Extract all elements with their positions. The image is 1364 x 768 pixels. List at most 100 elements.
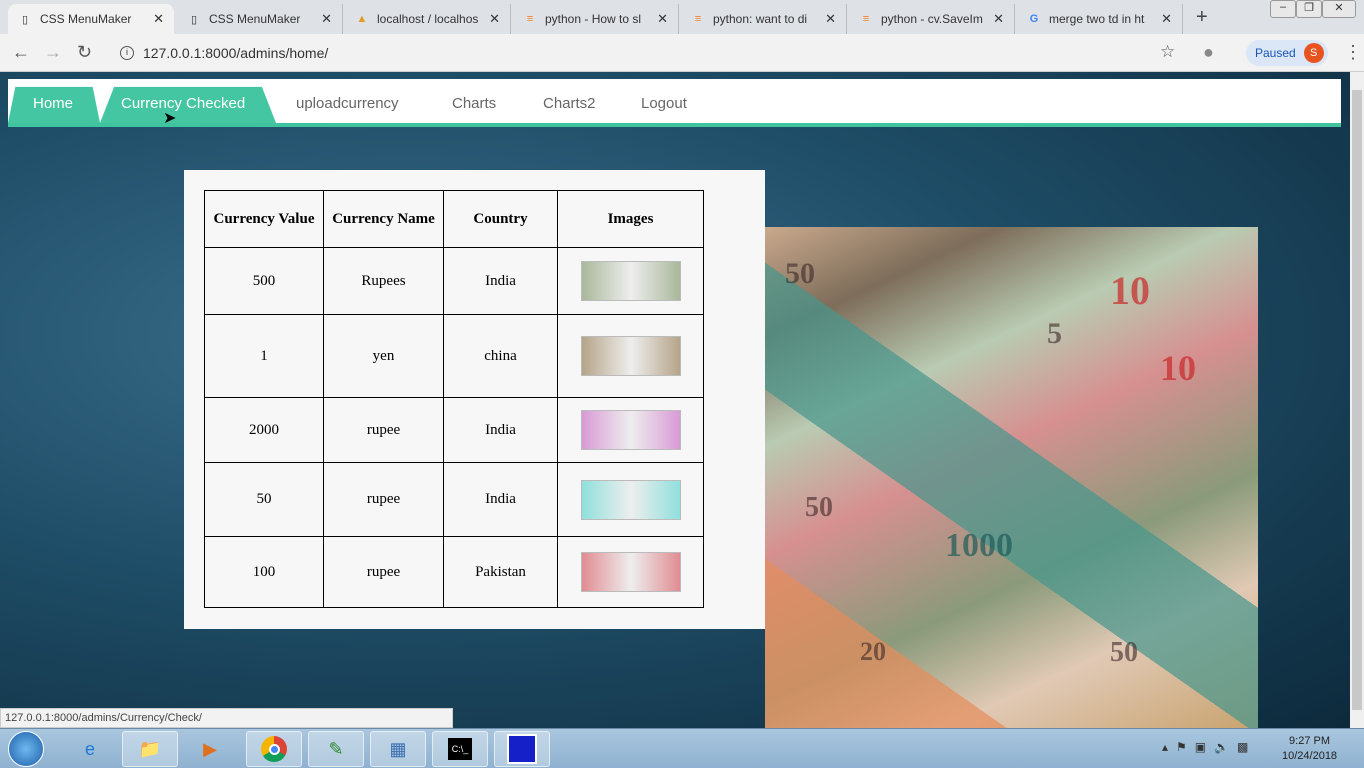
page-icon: ▯ — [190, 13, 198, 26]
restore-button[interactable]: ❐ — [1296, 0, 1322, 18]
status-bar-url: 127.0.0.1:8000/admins/Currency/Check/ — [0, 708, 453, 728]
money-label: 50 — [805, 492, 833, 523]
nav-currency-checked[interactable]: Currency Checked — [100, 86, 276, 123]
browser-tab[interactable]: ≡ python - cv.SaveIm ✕ — [849, 4, 1015, 34]
phpmyadmin-icon: ▲ — [356, 13, 368, 25]
money-label: 20 — [860, 637, 886, 666]
page-content: Home Currency Checked uploadcurrency Cha… — [0, 72, 1350, 728]
cell-image — [557, 536, 704, 608]
cell-image — [557, 314, 704, 398]
remote-app-icon[interactable] — [494, 731, 550, 767]
nav-uploadcurrency[interactable]: uploadcurrency — [296, 79, 399, 123]
browser-tab[interactable]: Gmerge two td in ht ✕ — [1017, 4, 1183, 34]
close-window-button[interactable]: ✕ — [1322, 0, 1356, 18]
header-country: Country — [443, 190, 558, 248]
browser-tab[interactable]: ▯ CSS MenuMaker ✕ — [8, 4, 174, 34]
taskbar-clock[interactable]: 9:27 PM 10/24/2018 — [1282, 734, 1337, 764]
minimize-button[interactable]: – — [1270, 0, 1296, 18]
control-panel-icon[interactable]: ▦ — [370, 731, 426, 767]
cell-currency-name: rupee — [323, 462, 444, 537]
cell-country: India — [443, 247, 558, 315]
close-tab-icon[interactable]: ✕ — [657, 11, 668, 27]
cell-currency-name: rupee — [323, 536, 444, 608]
url-input[interactable]: i 127.0.0.1:8000/admins/home/ — [110, 39, 1190, 67]
banknote-image — [580, 552, 681, 592]
media-player-icon[interactable]: ▶ — [182, 731, 238, 767]
new-tab-button[interactable]: + — [1196, 6, 1208, 29]
close-tab-icon[interactable]: ✕ — [1161, 11, 1172, 27]
reload-icon[interactable]: ↻ — [77, 42, 92, 63]
browser-tab[interactable]: ≡ python: want to di ✕ — [681, 4, 847, 34]
cell-image — [557, 397, 704, 463]
banknote-image — [580, 410, 681, 450]
nav-home[interactable]: Home — [8, 86, 100, 123]
close-tab-icon[interactable]: ✕ — [993, 11, 1004, 27]
cell-image — [557, 247, 704, 315]
banknote-image — [580, 479, 681, 520]
nav-charts2[interactable]: Charts2 — [543, 79, 596, 123]
stackoverflow-icon: ≡ — [862, 13, 870, 25]
windows-taskbar: e 📁 ▶ ✎ ▦ C:\_ ▴⚑▣🔈▩ 9:27 PM 10/24/2018 — [0, 728, 1364, 768]
mouse-cursor-icon: ➤ — [163, 110, 177, 127]
money-label: 50 — [1110, 637, 1138, 668]
browser-tab[interactable]: ≡ python - How to sl ✕ — [513, 4, 679, 34]
table-row: 50 rupee India — [204, 462, 704, 537]
menu-icon[interactable]: ⋮ — [1344, 42, 1362, 63]
back-icon[interactable]: ← — [12, 42, 30, 63]
nav-logout[interactable]: Logout — [641, 79, 687, 123]
system-tray[interactable]: ▴⚑▣🔈▩ — [1162, 740, 1256, 754]
header-currency-value: Currency Value — [204, 190, 324, 248]
chrome-icon[interactable] — [246, 731, 302, 767]
stackoverflow-icon: ≡ — [526, 13, 534, 25]
internet-explorer-icon[interactable]: e — [62, 731, 118, 767]
money-label: 10 — [1110, 268, 1150, 313]
page-scrollbar[interactable] — [1350, 72, 1364, 728]
close-tab-icon[interactable]: ✕ — [489, 11, 500, 27]
close-tab-icon[interactable]: ✕ — [825, 11, 836, 27]
table-row: 100 rupee Pakistan — [204, 536, 704, 608]
banknote-image — [580, 336, 681, 376]
page-icon: ▯ — [21, 13, 29, 26]
table-row: 1 yen china — [204, 314, 704, 398]
cell-country: India — [443, 462, 558, 537]
currency-table: Currency Value Currency Name Country Ima… — [204, 190, 704, 608]
cell-currency-name: rupee — [323, 397, 444, 463]
money-label: 50 — [785, 257, 815, 290]
scrollbar-thumb[interactable] — [1352, 90, 1362, 710]
cell-currency-value: 1 — [204, 314, 324, 398]
start-button[interactable] — [8, 731, 44, 767]
notepad-plus-icon[interactable]: ✎ — [308, 731, 364, 767]
currency-banner-image: 50 10 5 1000 50 20 50 10 — [765, 227, 1258, 728]
money-label: 5 — [1047, 317, 1062, 350]
header-currency-name: Currency Name — [323, 190, 444, 248]
cell-currency-value: 500 — [204, 247, 324, 315]
command-prompt-icon[interactable]: C:\_ — [432, 731, 488, 767]
extension-icon[interactable]: ● — [1203, 42, 1214, 63]
cell-country: India — [443, 397, 558, 463]
table-row: 2000 rupee India — [204, 397, 704, 463]
main-nav: Home Currency Checked uploadcurrency Cha… — [8, 79, 1341, 127]
banknote-image — [580, 261, 681, 301]
money-label: 1000 — [945, 527, 1013, 564]
table-row: 500 Rupees India — [204, 247, 704, 315]
cell-country: china — [443, 314, 558, 398]
profile-button[interactable]: Paused S — [1246, 40, 1328, 66]
cell-country: Pakistan — [443, 536, 558, 608]
money-label: 10 — [1160, 348, 1196, 388]
info-icon[interactable]: i — [120, 46, 134, 60]
close-tab-icon[interactable]: ✕ — [153, 11, 164, 27]
header-images: Images — [557, 190, 704, 248]
cell-currency-value: 100 — [204, 536, 324, 608]
forward-icon[interactable]: → — [44, 42, 62, 63]
browser-tab-strip: ▯ CSS MenuMaker ✕ ▯ CSS MenuMaker ✕ ▲ localho… — [0, 0, 1364, 34]
nav-charts[interactable]: Charts — [452, 79, 496, 123]
browser-tab[interactable]: ▯ CSS MenuMaker ✕ — [177, 4, 343, 34]
cell-currency-value: 2000 — [204, 397, 324, 463]
browser-tab[interactable]: ▲ localhost / localhos ✕ — [345, 4, 511, 34]
google-icon: G — [1029, 13, 1039, 25]
stackoverflow-icon: ≡ — [694, 13, 702, 25]
close-tab-icon[interactable]: ✕ — [321, 11, 332, 27]
file-explorer-icon[interactable]: 📁 — [122, 731, 178, 767]
bookmark-star-icon[interactable]: ☆ — [1160, 42, 1175, 62]
address-bar-row: ← → ↻ i 127.0.0.1:8000/admins/home/ ☆ ● P… — [0, 34, 1364, 72]
